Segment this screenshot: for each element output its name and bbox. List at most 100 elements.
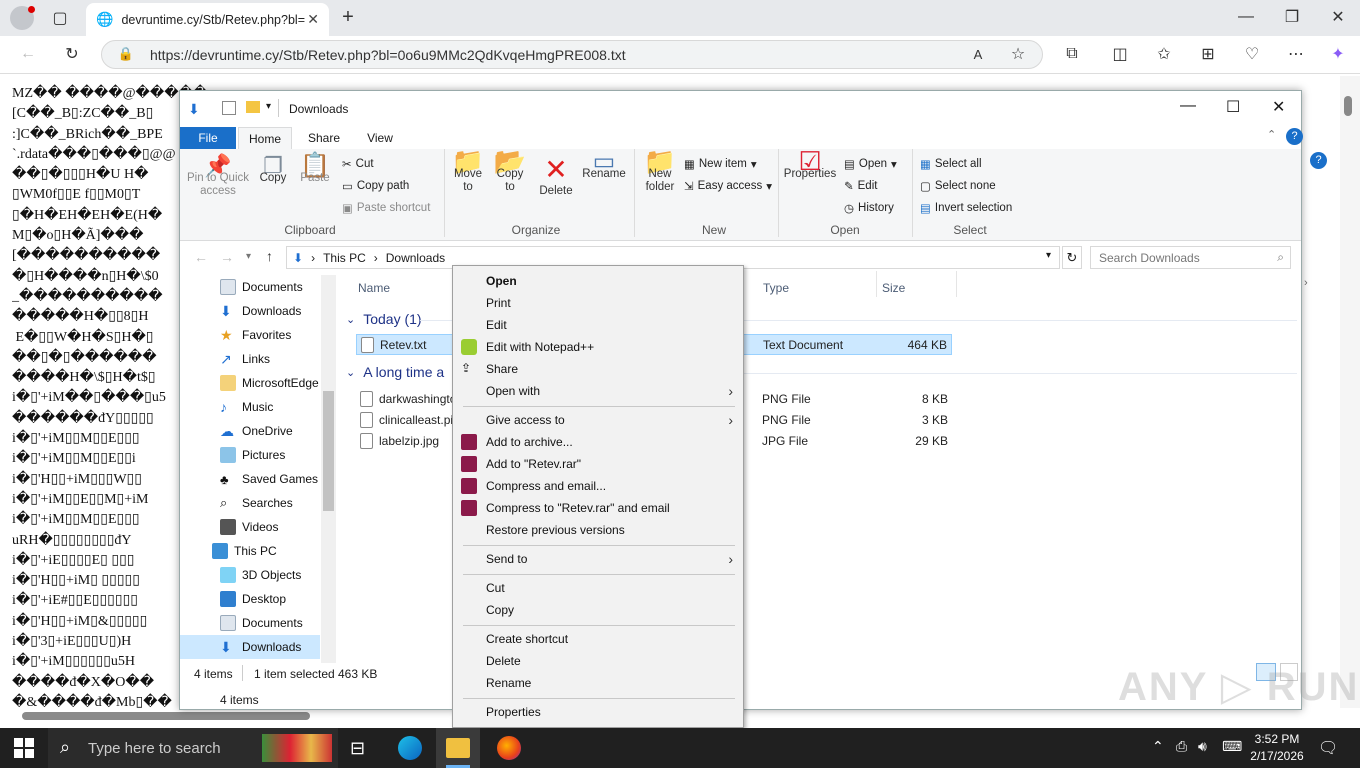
nav-onedrive[interactable]: ☁ OneDrive [220, 419, 293, 443]
copilot-icon[interactable]: ✦ [1326, 42, 1350, 66]
address-bar[interactable]: https://devruntime.cy/Stb/Retev.php?bl=0… [101, 40, 1043, 69]
firefox-taskbar-icon[interactable] [497, 736, 521, 760]
menu-cut[interactable]: Cut [453, 577, 743, 599]
delete-button[interactable]: ✕ Delete [536, 155, 576, 198]
edit-button[interactable]: ✎ Edit [844, 179, 877, 193]
nav-downloads[interactable]: ⬇ Downloads [220, 299, 301, 323]
restore-icon[interactable]: ❐ [1280, 5, 1304, 29]
cut-button[interactable]: ✂ Cut [342, 157, 374, 171]
column-size-header[interactable]: Size [882, 281, 905, 295]
menu-delete[interactable]: Delete [453, 650, 743, 672]
menu-properties[interactable]: Properties [453, 701, 743, 723]
close-window-icon[interactable]: ✕ [1326, 5, 1350, 29]
nav-music[interactable]: ♪ Music [220, 395, 273, 419]
tab-share[interactable]: Share [296, 127, 352, 149]
tab-actions-icon[interactable]: ▢ [48, 6, 72, 30]
history-button[interactable]: ◷ History [844, 201, 894, 215]
properties-button[interactable]: ☑ Properties [782, 148, 838, 181]
nav-3d-objects[interactable]: 3D Objects [220, 563, 301, 587]
properties-check-icon[interactable] [222, 101, 236, 115]
start-button-icon[interactable] [14, 738, 34, 758]
extensions-icon[interactable]: ⧉ [1060, 42, 1084, 66]
task-view-icon[interactable]: ⊟ [350, 738, 365, 759]
address-dropdown-icon[interactable]: ▾ [1046, 250, 1051, 261]
browser-tab[interactable]: 🌐 devruntime.cy/Stb/Retev.php?bl= ✕ [86, 3, 329, 36]
nav-links[interactable]: ↗ Links [220, 347, 270, 371]
nav-videos[interactable]: Videos [220, 515, 278, 539]
new-folder-button[interactable]: 📁 New folder [640, 148, 680, 194]
help-icon[interactable]: ? [1286, 128, 1303, 145]
menu-edit[interactable]: Edit [453, 314, 743, 336]
new-tab-icon[interactable]: + [336, 5, 360, 29]
favorite-star-icon[interactable]: ☆ [1006, 42, 1030, 66]
ribbon-collapse-icon[interactable]: ⌃ [1267, 128, 1276, 141]
group-today[interactable]: ⌄ Today (1) [346, 311, 422, 327]
explorer-minimize-icon[interactable]: — [1180, 97, 1196, 115]
nav-scroll-thumb[interactable] [323, 391, 334, 511]
nav-pictures[interactable]: Pictures [220, 443, 285, 467]
menu-share[interactable]: ⇪ Share [453, 358, 743, 380]
minimize-icon[interactable]: — [1234, 5, 1258, 29]
nav-desktop[interactable]: Desktop [220, 587, 286, 611]
tab-view[interactable]: View [354, 127, 406, 149]
clock[interactable]: 3:52 PM 2/17/2026 [1244, 731, 1310, 765]
move-to-button[interactable]: 📁 Move to [450, 148, 486, 194]
nav-saved-games[interactable]: ♣ Saved Games [220, 467, 318, 491]
select-none-button[interactable]: ▢ Select none [920, 179, 996, 193]
menu-give-access[interactable]: Give access to › [453, 409, 743, 431]
nav-this-pc[interactable]: This PC [212, 539, 277, 563]
edge-taskbar-icon[interactable] [398, 736, 422, 760]
nav-documents[interactable]: Documents [220, 275, 303, 299]
show-hidden-icons-icon[interactable]: ⌃ [1152, 738, 1164, 755]
performance-icon[interactable]: ♡ [1240, 42, 1264, 66]
nav-searches[interactable]: ⌕ Searches [220, 491, 293, 515]
select-all-button[interactable]: ▦ Select all [920, 157, 982, 171]
paste-shortcut-button[interactable]: ▣ Paste shortcut [342, 201, 430, 215]
nav-microsoftedge[interactable]: MicrosoftEdge [220, 371, 319, 395]
menu-open-with[interactable]: Open with › [453, 380, 743, 402]
page-hscroll-thumb[interactable] [22, 712, 310, 720]
new-item-button[interactable]: ▦ New item ▾ [684, 157, 757, 171]
easy-access-button[interactable]: ⇲ Easy access ▾ [684, 179, 772, 193]
menu-compress-email[interactable]: Compress and email... [453, 475, 743, 497]
favorites-icon[interactable]: ✩ [1152, 42, 1176, 66]
quick-access-down-icon[interactable]: ⬇ [188, 101, 200, 118]
explorer-search-input[interactable]: Search Downloads ⌕ [1090, 246, 1291, 269]
network-icon[interactable]: ⎙ [1176, 738, 1187, 755]
ime-icon[interactable]: ⌨ [1222, 738, 1242, 755]
refresh-icon[interactable]: ↻ [60, 42, 84, 66]
invert-selection-button[interactable]: ▤ Invert selection [920, 201, 1012, 215]
explorer-maximize-icon[interactable]: ☐ [1226, 97, 1240, 117]
menu-rename[interactable]: Rename [453, 672, 743, 694]
back-icon[interactable]: ← [16, 42, 40, 66]
tab-home[interactable]: Home [238, 127, 292, 149]
menu-print[interactable]: Print [453, 292, 743, 314]
copy-button[interactable]: ❐ Copy [256, 155, 290, 185]
copy-path-button[interactable]: ▭ Copy path [342, 179, 409, 193]
split-screen-icon[interactable]: ◫ [1108, 42, 1132, 66]
nav-downloads-pc[interactable]: ⬇ Downloads [180, 635, 320, 659]
menu-create-shortcut[interactable]: Create shortcut [453, 628, 743, 650]
menu-compress-retev-email[interactable]: Compress to "Retev.rar" and email [453, 497, 743, 519]
notification-center-icon[interactable]: 🗨︎ [1318, 738, 1338, 758]
rename-button[interactable]: ▭ Rename [582, 150, 626, 181]
menu-send-to[interactable]: Send to › [453, 548, 743, 570]
folder-icon[interactable] [246, 101, 260, 113]
explorer-forward-icon[interactable]: → [220, 249, 234, 265]
more-menu-icon[interactable]: ⋯ [1284, 42, 1308, 66]
page-vertical-scrollbar[interactable] [1340, 76, 1360, 708]
menu-edit-notepadpp[interactable]: Edit with Notepad++ [453, 336, 743, 358]
breadcrumb-downloads[interactable]: Downloads [386, 251, 445, 265]
open-button[interactable]: ▤ Open ▾ [844, 157, 897, 171]
column-type-header[interactable]: Type [763, 281, 789, 295]
group-long-ago[interactable]: ⌄ A long time a [346, 364, 444, 380]
read-aloud-icon[interactable]: A [966, 42, 990, 66]
collections-icon[interactable]: ⊞ [1196, 42, 1220, 66]
pin-quick-access-button[interactable]: 📌 Pin to Quick access [186, 155, 250, 198]
breadcrumb-this-pc[interactable]: This PC [323, 251, 366, 265]
customize-qat-icon[interactable]: ▾ [266, 101, 271, 112]
menu-copy[interactable]: Copy [453, 599, 743, 621]
volume-icon[interactable]: 🔊︎ [1198, 738, 1207, 755]
explorer-back-icon[interactable]: ← [194, 249, 208, 265]
paste-button[interactable]: 📋 Paste [296, 154, 334, 185]
